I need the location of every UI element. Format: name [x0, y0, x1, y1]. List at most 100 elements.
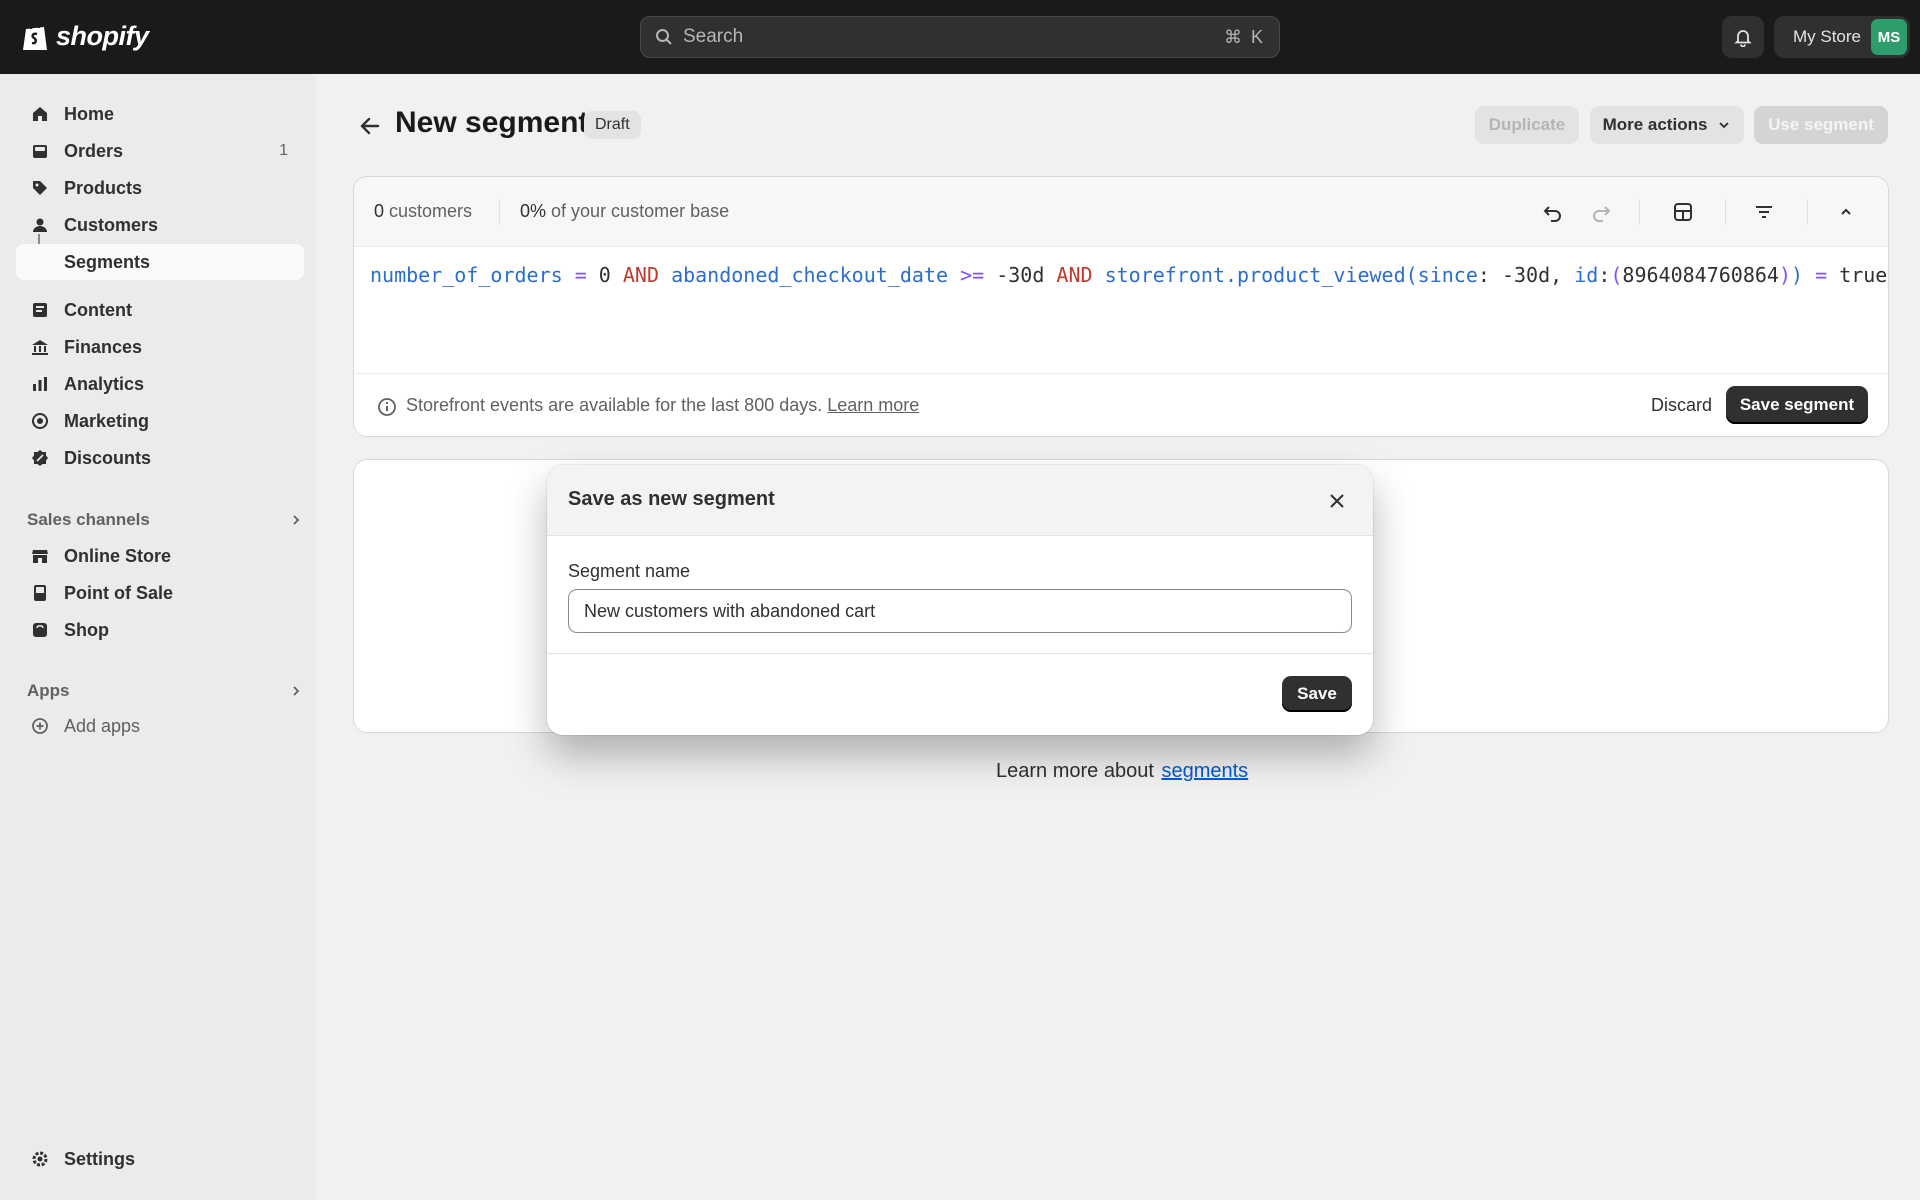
sidebar-item-label: Segments: [64, 251, 151, 272]
close-icon[interactable]: [1325, 489, 1349, 513]
modal-divider: [547, 653, 1373, 654]
sidebar-item-shop[interactable]: Shop: [16, 612, 304, 648]
learn-more-segments: Learn more about segments: [996, 760, 1248, 783]
person-icon: [33, 218, 47, 232]
duplicate-button[interactable]: Duplicate: [1475, 106, 1579, 144]
sidebar-item-products[interactable]: Products: [16, 170, 304, 206]
sidebar-item-content[interactable]: Content: [16, 292, 304, 328]
modal-save-button[interactable]: Save: [1282, 676, 1352, 712]
store-icon: [32, 550, 48, 563]
pos-icon: [34, 585, 46, 601]
percentage-value: 0%: [520, 201, 547, 221]
storefront-events-info: Storefront events are available for the …: [406, 395, 919, 416]
sidebar-item-home[interactable]: Home: [16, 96, 304, 132]
segment-query-editor[interactable]: number_of_orders = 0 AND abandoned_check…: [370, 263, 1887, 287]
query-token: storefront.product_viewed(: [1104, 263, 1418, 287]
query-token: AND: [1056, 263, 1093, 287]
target-icon: [32, 413, 48, 429]
save-segment-button[interactable]: Save segment: [1726, 386, 1868, 424]
segments-link[interactable]: segments: [1161, 760, 1248, 782]
segment-name-input[interactable]: [568, 589, 1352, 633]
orders-count-badge: 1: [279, 142, 288, 159]
info-text: Storefront events are available for the …: [406, 395, 823, 415]
back-arrow-icon[interactable]: [356, 112, 384, 140]
sidebar-item-label: Content: [64, 299, 132, 320]
top-bar: shopify Search ⌘ K My Store MS: [0, 0, 1920, 74]
filter-button[interactable]: [1751, 199, 1777, 225]
page-title: New segment: [395, 106, 589, 139]
chevron-right-icon: [293, 515, 300, 525]
use-segment-button[interactable]: Use segment: [1754, 106, 1888, 144]
sidebar: Home Orders 1 Products Customers Segment…: [0, 74, 316, 1200]
sidebar-item-customers[interactable]: Customers: [16, 207, 304, 243]
sales-channels-section[interactable]: Sales channels: [27, 510, 303, 530]
sidebar-item-segments[interactable]: Segments: [16, 244, 304, 280]
customer-base-percentage: 0% of your customer base: [520, 201, 729, 222]
chevron-up-icon: [1841, 208, 1851, 215]
discard-button[interactable]: Discard: [1651, 395, 1712, 416]
learn-more-text: Learn more about: [996, 760, 1154, 782]
templates-button[interactable]: [1670, 199, 1696, 225]
sidebar-item-point-of-sale[interactable]: Point of Sale: [16, 575, 304, 611]
query-token: 0: [598, 263, 611, 287]
notifications-button[interactable]: [1722, 16, 1764, 58]
discount-icon: [32, 450, 48, 466]
layout-icon: [1674, 203, 1692, 221]
gear-icon: [32, 1151, 48, 1167]
search-bar[interactable]: Search ⌘ K: [640, 16, 1280, 58]
avatar: MS: [1871, 19, 1907, 55]
sidebar-item-marketing[interactable]: Marketing: [16, 403, 304, 439]
shopify-logo[interactable]: shopify: [20, 20, 149, 52]
divider: [1639, 199, 1640, 225]
query-token: -30d: [996, 263, 1045, 287]
search-shortcut: ⌘ K: [1223, 26, 1265, 47]
query-token: true: [1839, 263, 1888, 287]
apps-title: Apps: [27, 681, 70, 700]
sidebar-item-online-store[interactable]: Online Store: [16, 538, 304, 574]
logo-text: shopify: [56, 20, 149, 51]
bank-icon: [32, 340, 48, 355]
sidebar-item-label: Discounts: [64, 447, 152, 468]
orders-icon: [33, 145, 47, 158]
editor-footer: Storefront events are available for the …: [354, 373, 1888, 436]
learn-more-link[interactable]: Learn more: [827, 395, 919, 415]
query-token: number_of_orders: [370, 263, 563, 287]
more-actions-label: More actions: [1602, 115, 1708, 134]
store-name: My Store: [1792, 27, 1861, 46]
sidebar-item-settings[interactable]: Settings: [16, 1141, 304, 1177]
filter-icon: [1756, 206, 1772, 218]
query-token: abandoned_checkout_date: [671, 263, 949, 287]
sidebar-item-label: Point of Sale: [64, 582, 174, 603]
sidebar-item-add-apps[interactable]: Add apps: [16, 708, 304, 744]
plus-circle-icon: [32, 718, 48, 734]
more-actions-button[interactable]: More actions: [1590, 106, 1744, 144]
customer-count-value: 0: [374, 201, 385, 221]
query-token: >=: [960, 263, 985, 287]
query-token: ): [1778, 263, 1791, 287]
sidebar-item-analytics[interactable]: Analytics: [16, 366, 304, 402]
modal-header: Save as new segment: [547, 465, 1373, 536]
collapse-button[interactable]: [1833, 199, 1859, 225]
redo-button[interactable]: [1588, 199, 1614, 225]
divider: [1807, 199, 1808, 225]
sidebar-item-label: Orders: [64, 140, 124, 161]
sidebar-item-label: Analytics: [64, 373, 145, 394]
editor-header: 0 customers 0% of your customer base: [354, 177, 1888, 247]
sidebar-item-label: Settings: [64, 1148, 136, 1169]
segment-name-label: Segment name: [568, 561, 691, 581]
shopify-bag-icon: [23, 23, 47, 50]
query-token: since: [1417, 263, 1478, 287]
sidebar-item-label: Marketing: [64, 410, 150, 431]
duplicate-label: Duplicate: [1488, 115, 1566, 134]
query-token: (: [1610, 263, 1623, 287]
home-icon: [33, 107, 47, 121]
chevron-down-icon: [1719, 122, 1730, 129]
undo-button[interactable]: [1540, 199, 1566, 225]
apps-section[interactable]: Apps: [27, 681, 303, 701]
sidebar-item-orders[interactable]: Orders 1: [16, 133, 304, 169]
query-token: : -30d,: [1477, 263, 1575, 287]
sidebar-item-finances[interactable]: Finances: [16, 329, 304, 365]
store-menu-button[interactable]: My Store MS: [1774, 16, 1910, 58]
sidebar-item-discounts[interactable]: Discounts: [16, 440, 304, 476]
query-token: =: [1815, 263, 1828, 287]
